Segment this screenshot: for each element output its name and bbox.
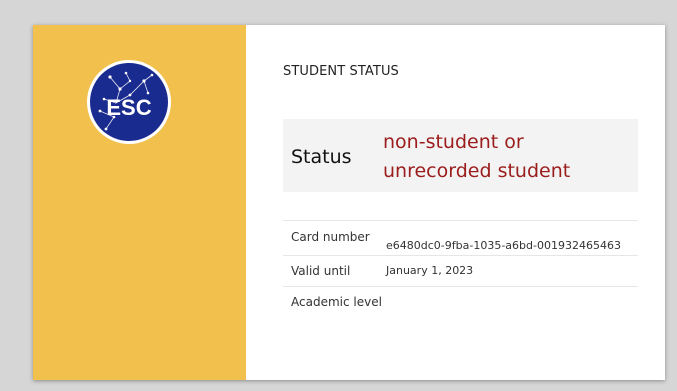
academic-level-label: Academic level: [291, 295, 382, 309]
student-card: ESC STUDENT STATUS Status non-student or…: [33, 25, 665, 380]
card-title: STUDENT STATUS: [283, 64, 399, 79]
card-sidebar: ESC: [33, 25, 246, 380]
table-row: Valid until January 1, 2023: [283, 255, 638, 286]
card-content: STUDENT STATUS Status non-student or unr…: [246, 25, 665, 380]
status-box: Status non-student or unrecorded student: [283, 119, 638, 192]
table-row: Academic level: [283, 286, 638, 317]
logo-text: ESC: [106, 95, 151, 120]
details-table: Card number e6480dc0-9fba-1035-a6bd-0019…: [283, 220, 638, 317]
academic-level-value: [386, 287, 638, 317]
card-number-label: Card number: [291, 230, 370, 244]
valid-until-label: Valid until: [291, 264, 351, 278]
table-row: Card number e6480dc0-9fba-1035-a6bd-0019…: [283, 220, 638, 255]
esc-logo: ESC: [87, 60, 171, 144]
status-label: Status: [291, 146, 352, 168]
status-value: non-student or unrecorded student: [383, 131, 571, 182]
valid-until-value: January 1, 2023: [386, 264, 474, 277]
card-number-value: e6480dc0-9fba-1035-a6bd-001932465463: [386, 239, 621, 252]
